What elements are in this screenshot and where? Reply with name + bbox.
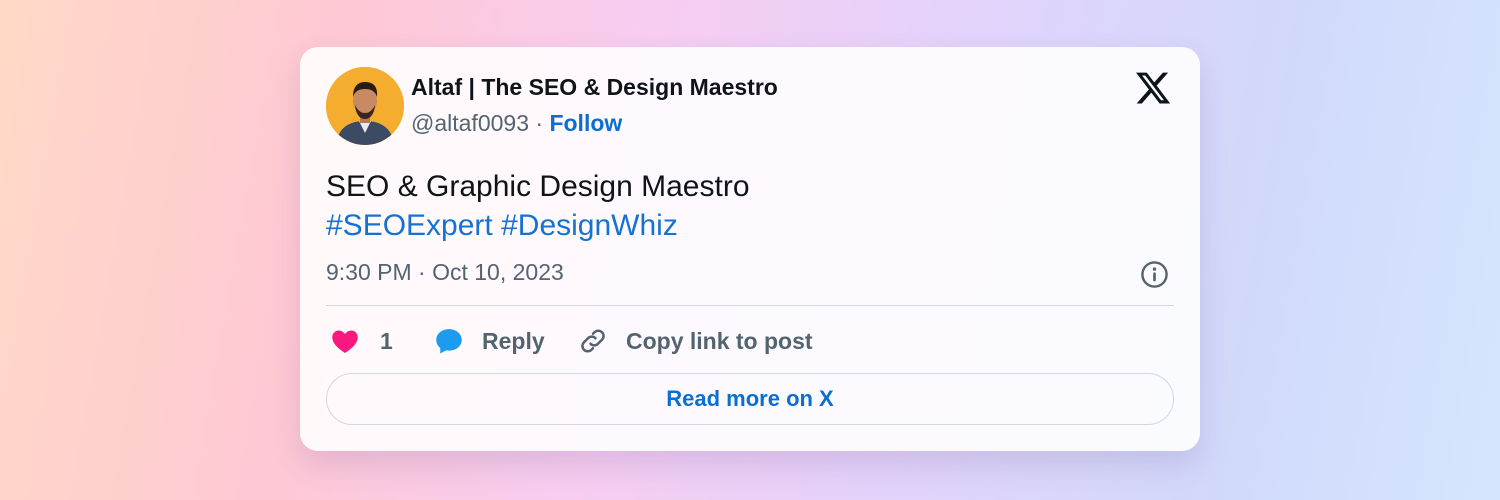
tweet-hashtags: #SEOExpert #DesignWhiz (326, 206, 750, 245)
reply-label: Reply (482, 327, 545, 354)
tweet-text-line: SEO & Graphic Design Maestro (326, 170, 750, 203)
x-logo-icon[interactable] (1134, 69, 1172, 107)
speech-bubble-icon (436, 329, 462, 354)
read-more-button[interactable]: Read more on X (326, 373, 1174, 425)
reply-button[interactable]: Reply (434, 323, 545, 359)
copy-link-button[interactable]: Copy link to post (578, 323, 813, 359)
tweet-text: SEO & Graphic Design Maestro #SEOExpert … (326, 167, 750, 245)
link-icon (581, 329, 605, 353)
heart-icon (332, 330, 358, 353)
author-handle-row: @altaf0093 · Follow (411, 110, 622, 137)
avatar[interactable] (326, 67, 404, 145)
info-icon[interactable] (1140, 260, 1169, 289)
handle-separator: · (529, 110, 550, 136)
author-handle[interactable]: @altaf0093 (411, 110, 529, 136)
like-button[interactable]: 1 (330, 323, 393, 359)
hashtag-seoexpert[interactable]: #SEOExpert (326, 209, 493, 242)
divider (326, 305, 1174, 306)
hashtag-designwhiz[interactable]: #DesignWhiz (501, 209, 678, 242)
like-count: 1 (380, 327, 393, 354)
author-name[interactable]: Altaf | The SEO & Design Maestro (411, 74, 778, 101)
avatar-image (326, 67, 404, 145)
tweet-timestamp[interactable]: 9:30 PM · Oct 10, 2023 (326, 259, 564, 286)
follow-button[interactable]: Follow (549, 110, 622, 136)
copy-link-label: Copy link to post (626, 327, 813, 354)
tweet-card: Altaf | The SEO & Design Maestro @altaf0… (300, 47, 1200, 451)
